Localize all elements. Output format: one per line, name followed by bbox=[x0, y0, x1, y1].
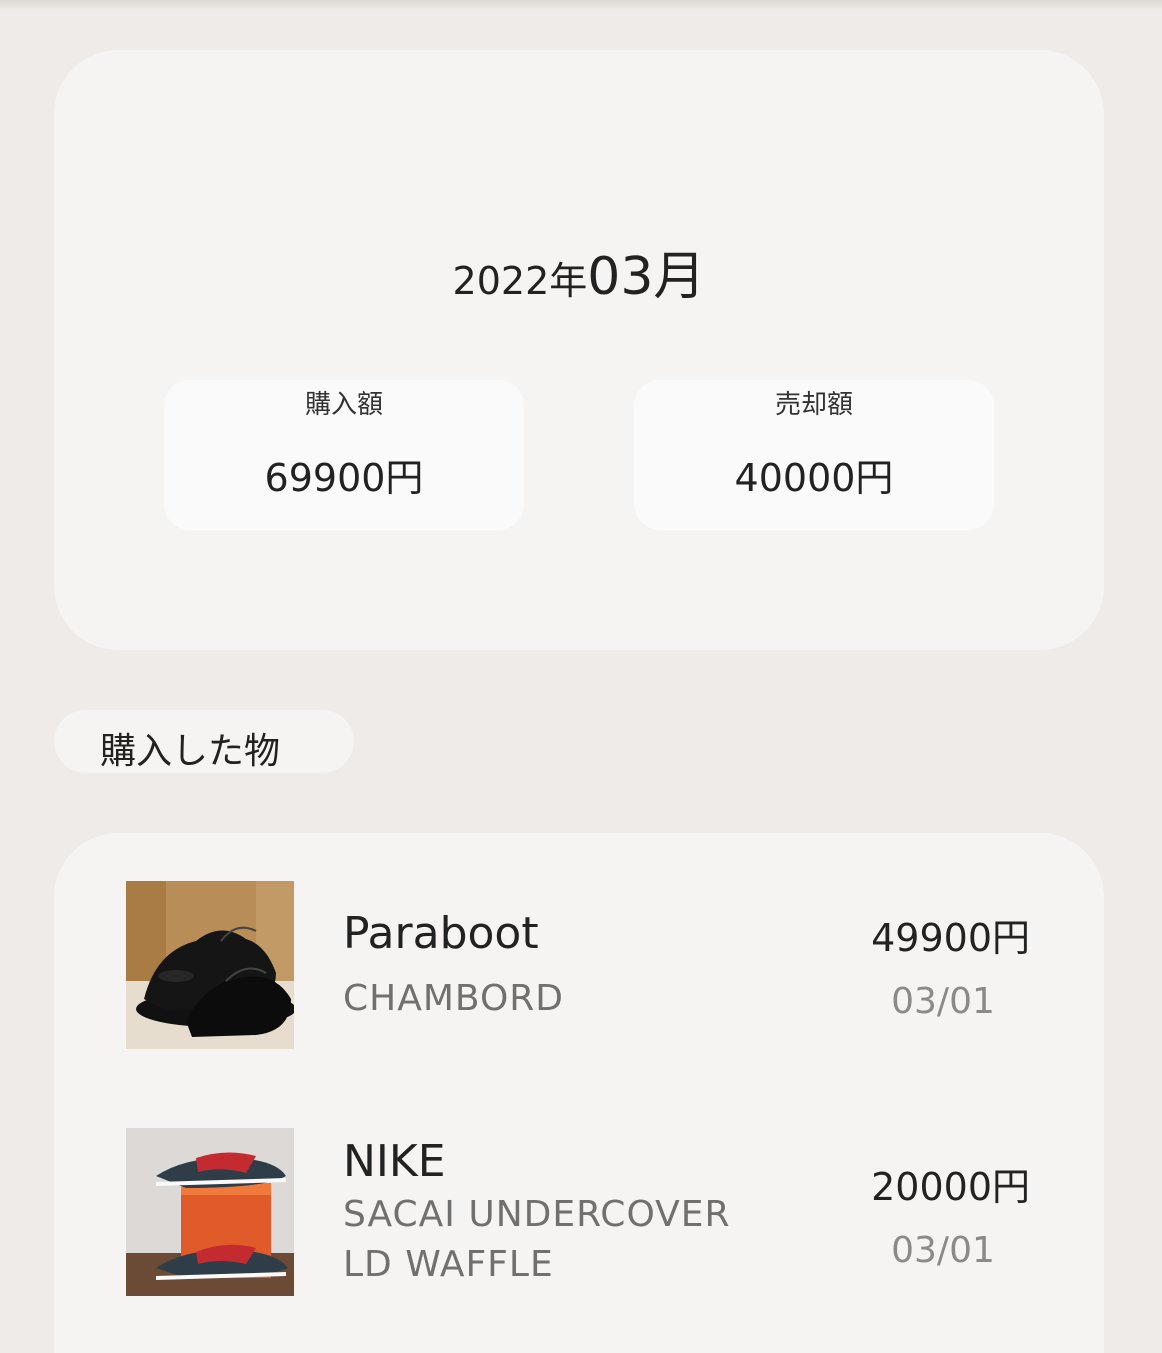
month-title[interactable]: 2022年03月 bbox=[54, 234, 1104, 309]
item-brand: Paraboot bbox=[343, 908, 539, 959]
purchase-total-value: 69900円 bbox=[264, 456, 424, 500]
sales-total-label: 売却額 bbox=[774, 390, 853, 420]
sales-total-value: 40000円 bbox=[734, 456, 894, 500]
sneakers-with-orange-box-image bbox=[126, 1128, 294, 1296]
item-model: SACAI UNDERCOVER LD WAFFLE bbox=[343, 1194, 731, 1285]
year-label: 2022年 bbox=[452, 259, 588, 303]
top-shadow bbox=[0, 0, 1162, 10]
item-price: 20000円 bbox=[871, 1165, 1030, 1209]
month-label: 03月 bbox=[587, 247, 706, 307]
black-leather-shoes-image bbox=[126, 881, 294, 1049]
section-title: 購入した物 bbox=[100, 731, 281, 772]
item-date: 03/01 bbox=[891, 1230, 995, 1271]
purchase-total-label: 購入額 bbox=[304, 390, 383, 420]
item-price: 49900円 bbox=[871, 916, 1030, 960]
item-brand: NIKE bbox=[343, 1136, 446, 1187]
item-model: CHAMBORD bbox=[343, 978, 565, 1019]
item-date: 03/01 bbox=[891, 981, 995, 1022]
monthly-summary-card: 2022年03月 bbox=[54, 50, 1104, 650]
purchased-items-section-header: 購入した物 bbox=[54, 710, 354, 773]
